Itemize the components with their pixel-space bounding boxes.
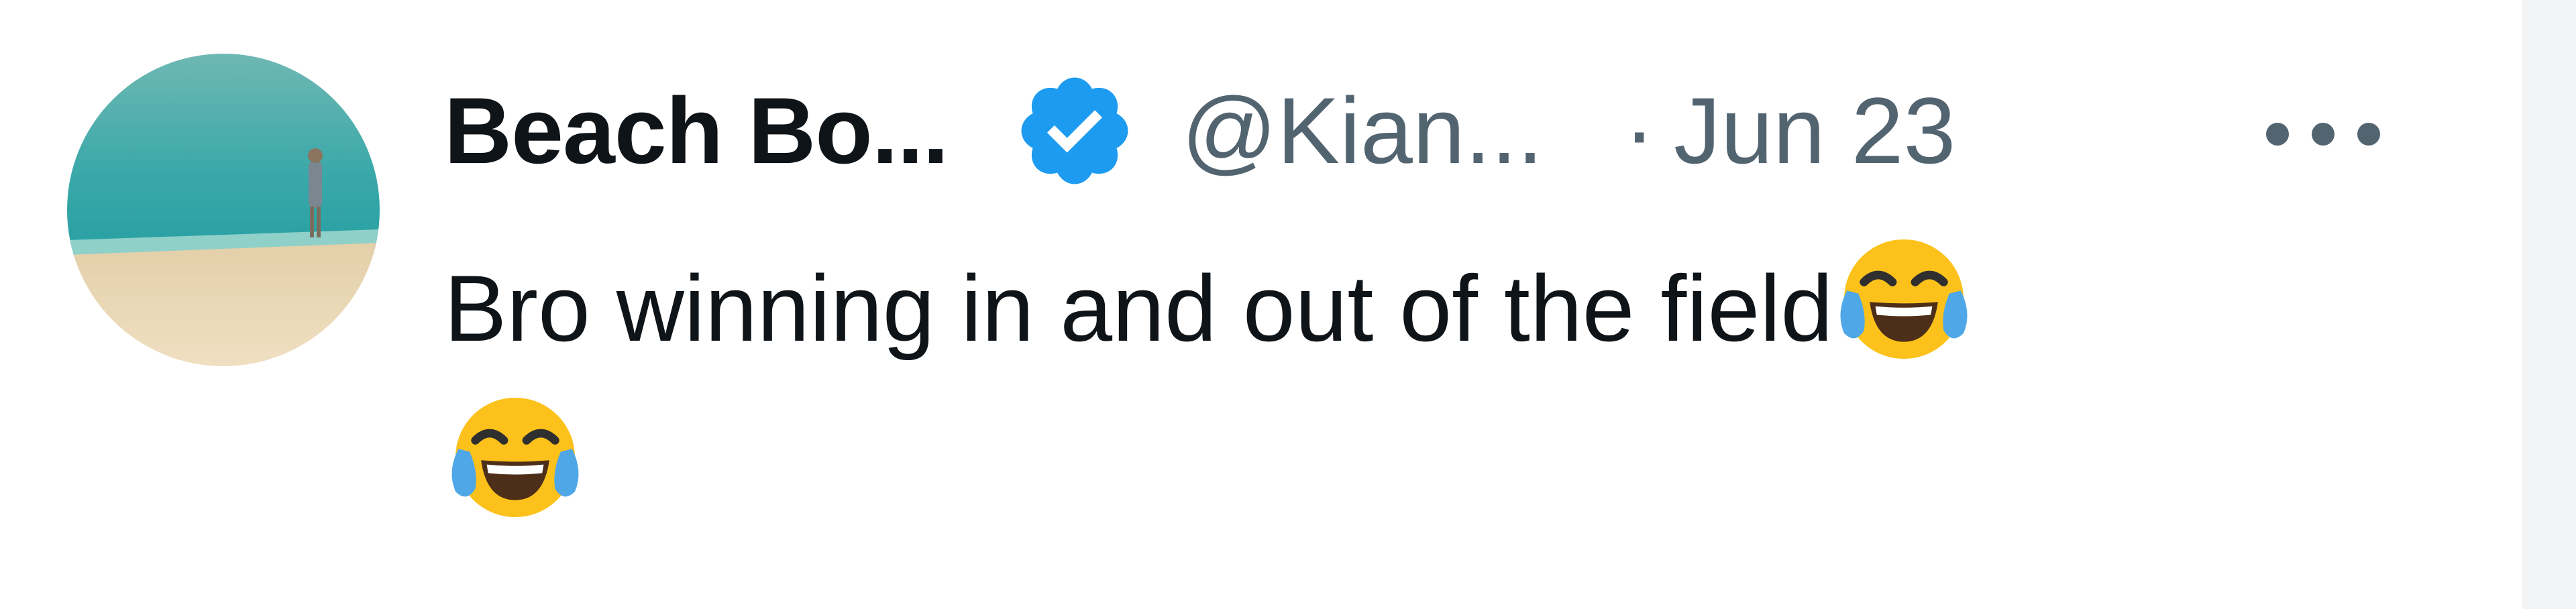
side-panel-edge bbox=[2522, 0, 2576, 609]
more-options-icon[interactable] bbox=[2266, 114, 2380, 154]
face-with-tears-of-joy-icon bbox=[1840, 239, 1968, 359]
separator-dot: · bbox=[1623, 78, 1656, 183]
handle[interactable]: @Kian... bbox=[1181, 76, 1543, 185]
display-name[interactable]: Beach Bo... bbox=[444, 76, 949, 185]
more-dot bbox=[2357, 123, 2380, 146]
tweet-text: Bro winning in and out of the field bbox=[444, 228, 2390, 545]
avatar[interactable] bbox=[67, 54, 380, 366]
verified-badge-icon[interactable] bbox=[1012, 68, 1137, 193]
face-with-tears-of-joy-icon bbox=[451, 397, 579, 518]
more-dot bbox=[2266, 123, 2289, 146]
timestamp[interactable]: Jun 23 bbox=[1674, 76, 1955, 185]
avatar-image bbox=[67, 54, 380, 366]
tweet-header: Beach Bo... @Kian... · Jun 23 bbox=[444, 67, 1955, 195]
page: Beach Bo... @Kian... · Jun 23 Bro winnin… bbox=[0, 0, 2576, 609]
more-dot bbox=[2312, 123, 2334, 146]
tweet[interactable]: Beach Bo... @Kian... · Jun 23 Bro winnin… bbox=[0, 0, 2522, 609]
tweet-text-content: Bro winning in and out of the field bbox=[444, 256, 1833, 361]
